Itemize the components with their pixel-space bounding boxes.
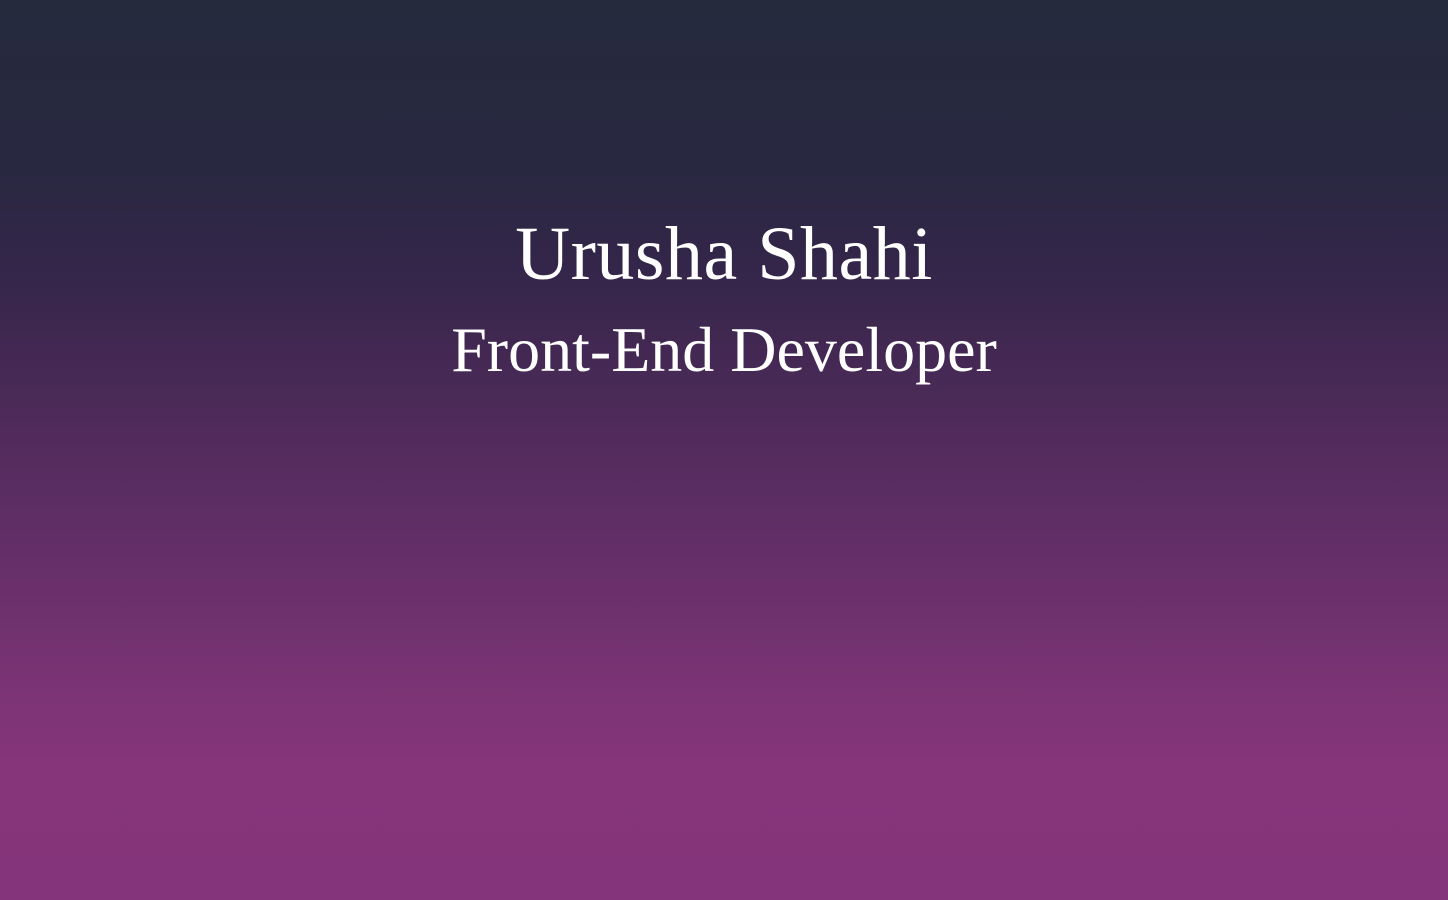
hero-section: Urusha Shahi Front-End Developer — [0, 0, 1448, 900]
hero-role: Front-End Developer — [451, 314, 997, 385]
hero-name: Urusha Shahi — [515, 212, 933, 296]
